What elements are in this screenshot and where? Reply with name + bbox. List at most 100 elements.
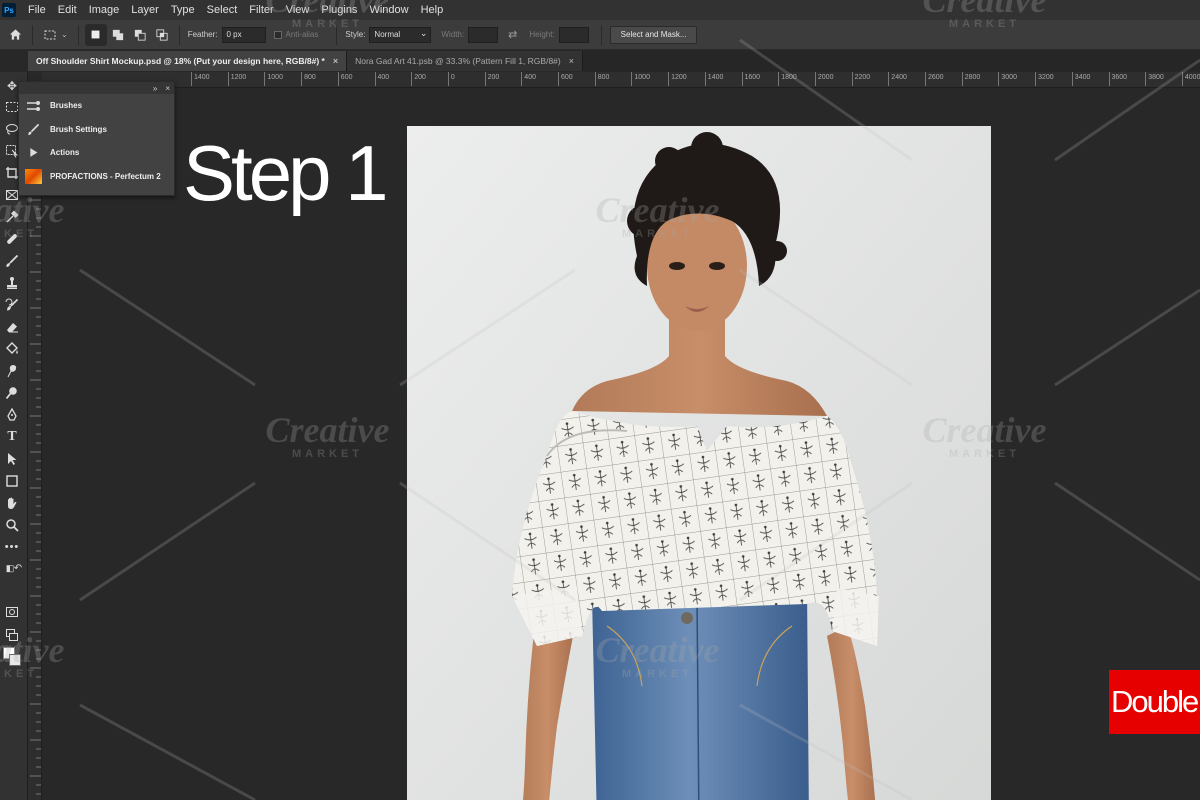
panel-item-label: PROFACTIONS - Perfectum 2 [50, 171, 161, 181]
screen-mode-icon[interactable] [2, 625, 22, 645]
dodge-tool-icon[interactable] [2, 383, 22, 403]
ruler-tick-label: 2400 [888, 72, 907, 86]
panel-item-label: Brush Settings [50, 124, 107, 134]
ruler-tick-label: 4000 [1181, 72, 1200, 86]
menu-edit[interactable]: Edit [52, 0, 83, 20]
ruler-tick-label: 600 [558, 72, 573, 86]
menu-filter[interactable]: Filter [243, 0, 279, 20]
ruler-tick-label: 800 [301, 72, 316, 86]
panel-item-label: Actions [50, 148, 80, 158]
menu-image[interactable]: Image [83, 0, 126, 20]
rectangle-tool-icon[interactable] [2, 471, 22, 491]
photoshop-window: Ps File Edit Image Layer Type Select Fil… [0, 0, 1200, 800]
swap-colors-icon[interactable]: ↶ [8, 558, 28, 578]
menu-plugins[interactable]: Plugins [315, 0, 363, 20]
tab-label: Off Shoulder Shirt Mockup.psd @ 18% (Put… [36, 56, 325, 66]
new-selection-icon[interactable] [84, 23, 107, 46]
ruler-tick-label: 3000 [998, 72, 1017, 86]
close-icon[interactable]: × [333, 56, 338, 66]
panel-header[interactable]: » × [19, 82, 174, 94]
add-selection-icon[interactable] [107, 24, 129, 46]
chevron-down-icon[interactable]: ⌄ [61, 30, 68, 39]
ruler-tick-label: 2600 [925, 72, 944, 86]
path-selection-tool-icon[interactable] [2, 449, 22, 469]
menu-file[interactable]: File [22, 0, 52, 20]
menu-select[interactable]: Select [201, 0, 244, 20]
antialias-label: Anti-alias [285, 30, 319, 39]
hand-tool-icon[interactable] [2, 493, 22, 513]
intersect-selection-icon[interactable] [151, 24, 173, 46]
close-icon[interactable]: × [569, 56, 574, 66]
ruler-tick-label: 3400 [1071, 72, 1091, 86]
tab-nora-gad-art[interactable]: Nora Gad Art 41.psb @ 33.3% (Pattern Fil… [347, 51, 583, 71]
brushes-actions-panel[interactable]: » × Brushes Brush Settings Actions PROFA… [18, 81, 175, 196]
brushes-icon [25, 98, 42, 113]
tab-off-shoulder-mockup[interactable]: Off Shoulder Shirt Mockup.psd @ 18% (Put… [28, 51, 348, 71]
ruler-tick-label: 1200 [227, 72, 247, 86]
height-input[interactable] [558, 26, 589, 43]
ruler-tick-label: 600 [337, 72, 353, 86]
step-title: Step 1 [183, 129, 389, 217]
home-icon[interactable] [4, 24, 26, 46]
brush-tool-icon[interactable] [2, 251, 22, 271]
select-and-mask-button[interactable]: Select and Mask... [609, 25, 698, 44]
panel-item-label: Brushes [50, 101, 83, 111]
marquee-preset-icon[interactable] [39, 24, 61, 46]
horizontal-ruler[interactable]: 1400 1200 1000 800 600 400 200 0 200 400 600 800 100… [42, 72, 1200, 88]
separator [600, 24, 602, 45]
clone-stamp-tool-icon[interactable] [2, 273, 22, 293]
options-bar: ⌄ Feather: 0 px Anti-alias Style: Normal… [0, 20, 1200, 50]
menu-bar: Ps File Edit Image Layer Type Select Fil… [0, 0, 1200, 20]
model-illustration [407, 126, 991, 800]
feather-input[interactable]: 0 px [221, 26, 266, 43]
style-label: Style: [345, 30, 366, 39]
panel-item-brush-settings[interactable]: Brush Settings [19, 118, 174, 142]
width-label: Width: [441, 30, 465, 39]
quick-mask-icon[interactable] [2, 602, 22, 622]
panel-item-actions[interactable]: Actions [19, 141, 174, 165]
smudge-tool-icon[interactable] [2, 361, 22, 381]
history-brush-tool-icon[interactable] [2, 295, 22, 315]
tab-label: Nora Gad Art 41.psb @ 33.3% (Pattern Fil… [355, 56, 561, 66]
type-tool-icon[interactable]: T [2, 427, 22, 447]
menu-window[interactable]: Window [363, 0, 414, 20]
subtract-selection-icon[interactable] [129, 24, 151, 46]
ruler-tick-label: 3800 [1145, 72, 1164, 86]
healing-brush-tool-icon[interactable] [2, 229, 22, 249]
ruler-tick-label: 1200 [668, 72, 687, 86]
menu-type[interactable]: Type [165, 0, 201, 20]
ruler-tick-label: 1600 [741, 72, 761, 86]
swap-icon[interactable]: ⇄ [508, 28, 517, 41]
document-tab-bar: Off Shoulder Shirt Mockup.psd @ 18% (Put… [28, 51, 1200, 71]
ruler-tick-label: 2200 [851, 72, 871, 86]
pen-tool-icon[interactable] [2, 405, 22, 425]
eraser-tool-icon[interactable] [2, 317, 22, 337]
background-color-swatch[interactable] [9, 654, 21, 666]
separator [32, 24, 33, 45]
menu-layer[interactable]: Layer [125, 0, 165, 20]
menu-help[interactable]: Help [415, 0, 450, 20]
collapse-icon[interactable]: » [153, 84, 157, 93]
width-input[interactable] [468, 26, 499, 43]
ruler-tick-label: 0 [447, 72, 455, 86]
ruler-tick-label: 200 [484, 72, 500, 86]
panel-item-brushes[interactable]: Brushes [19, 94, 174, 118]
panel-item-profactions[interactable]: PROFACTIONS - Perfectum 2 [19, 165, 174, 189]
style-select[interactable]: Normal [369, 26, 432, 43]
zoom-tool-icon[interactable] [2, 515, 22, 535]
more-tools-icon[interactable]: ••• [2, 537, 22, 557]
antialias-checkbox[interactable] [273, 30, 282, 39]
separator [336, 24, 338, 45]
profactions-thumbnail-icon [25, 168, 42, 184]
brush-settings-icon [25, 122, 42, 137]
mockup-photo [407, 126, 991, 800]
photoshop-logo-icon: Ps [2, 3, 16, 17]
paint-bucket-tool-icon[interactable] [2, 339, 22, 359]
menu-view[interactable]: View [280, 0, 316, 20]
separator [178, 24, 180, 45]
separator [77, 24, 79, 45]
ruler-tick-label: 3600 [1108, 72, 1128, 86]
close-icon[interactable]: × [165, 84, 170, 93]
eyedropper-tool-icon[interactable] [2, 207, 22, 227]
ruler-tick-label: 400 [374, 72, 390, 86]
